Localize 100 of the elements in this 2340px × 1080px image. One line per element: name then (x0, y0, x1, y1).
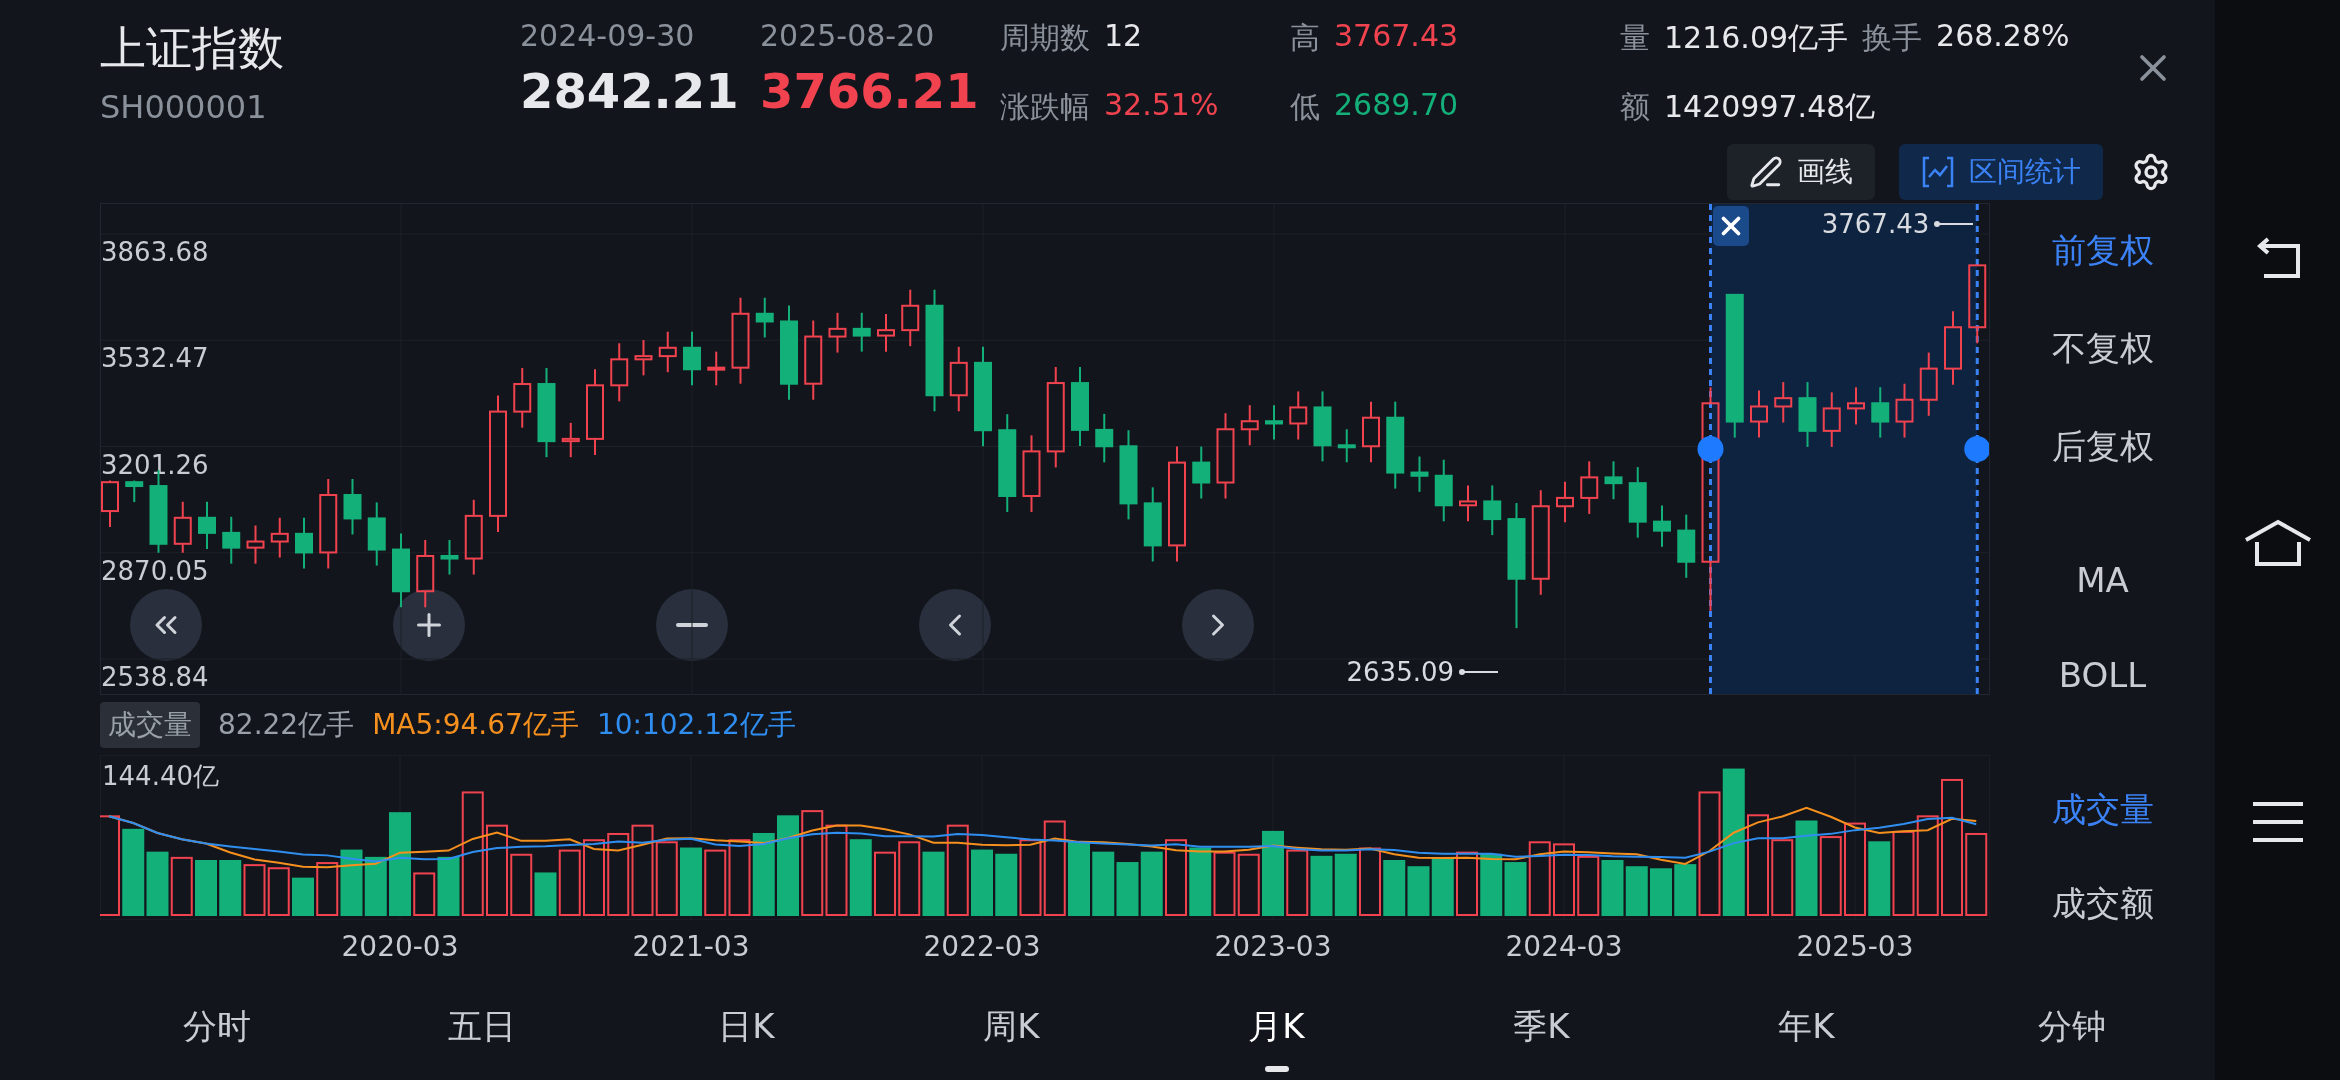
stat-label: 周期数 (1000, 19, 1090, 57)
range-end-handle[interactable] (1964, 436, 1989, 462)
volume-max-label: 144.40亿 (102, 760, 219, 793)
candle (1604, 460, 1623, 501)
price-adjust-option[interactable]: 不复权 (2051, 319, 2154, 379)
candle (1434, 458, 1453, 523)
volume-option[interactable]: 成交量 (2051, 780, 2154, 840)
x-axis-label: 2024-03 (1505, 930, 1623, 963)
period-tab[interactable]: 日K (614, 985, 879, 1080)
candle (755, 296, 774, 339)
candle (1774, 381, 1793, 424)
candle (561, 421, 580, 459)
x-axis-label: 2022-03 (923, 930, 1041, 963)
stat-label: 低 (1290, 88, 1320, 126)
stat-label: 换手 (1862, 19, 1923, 57)
candle (125, 479, 144, 504)
candle (949, 345, 968, 413)
candle (852, 311, 871, 353)
candle (610, 342, 629, 403)
candle (1337, 428, 1356, 464)
candle (440, 538, 459, 576)
candle (634, 339, 653, 377)
candle (343, 478, 362, 536)
stat-label: 高 (1290, 19, 1320, 57)
pen-icon (1749, 154, 1783, 189)
volume-option[interactable]: 成交额 (2051, 874, 2154, 934)
y-axis-label: 3532.47 (101, 343, 209, 374)
chart-bracket-icon (1921, 154, 1955, 189)
candle (1871, 386, 1890, 439)
stat-value: 2689.70 (1334, 87, 1459, 124)
y-axis-label: 3201.26 (101, 449, 209, 480)
ma10-value: 10:102.12亿手 (596, 707, 796, 743)
price-adjust-option[interactable]: 前复权 (2051, 221, 2154, 281)
candle (416, 538, 435, 609)
home-icon[interactable] (2242, 518, 2313, 568)
candle (1847, 386, 1865, 426)
candle (1822, 391, 1841, 448)
candle (1192, 445, 1211, 500)
stat-label: 涨跌幅 (1000, 88, 1090, 126)
candle (1677, 513, 1696, 579)
range-low-label: 2635.09 (1346, 657, 1455, 687)
candle (877, 313, 895, 353)
candle (658, 330, 677, 374)
candle (1750, 389, 1768, 439)
range-start-line[interactable] (1709, 204, 1712, 694)
period-tab[interactable]: 月K (1144, 985, 1409, 1080)
index-title: 上证指数 (100, 20, 285, 77)
quote-price: 2842.21 (520, 63, 740, 119)
stat-value: 1420997.48亿 (1664, 88, 1876, 126)
close-range-button[interactable] (1712, 206, 1749, 246)
candle (1289, 390, 1308, 441)
candle (1580, 460, 1599, 515)
zoom-in-button[interactable] (393, 589, 465, 661)
candle (173, 500, 192, 554)
period-tab[interactable]: 五日 (349, 985, 614, 1080)
period-tab[interactable]: 季K (1409, 985, 1674, 1080)
range-stats-button[interactable]: 区间统计 (1899, 143, 2103, 200)
candle (295, 516, 313, 570)
indicator-option[interactable]: BOLL (2058, 645, 2147, 705)
period-tab[interactable]: 分钟 (1939, 985, 2204, 1080)
candle (1919, 351, 1938, 417)
leader-line (1933, 219, 1974, 229)
candle (683, 330, 701, 387)
candle (270, 516, 289, 559)
candle (367, 501, 386, 567)
x-axis-label: 2020-03 (341, 930, 459, 963)
stat-label: 额 (1620, 88, 1650, 126)
candle (1895, 382, 1914, 439)
candle (1653, 504, 1671, 548)
period-tab[interactable]: 周K (879, 985, 1144, 1080)
period-tab[interactable]: 年K (1674, 985, 1939, 1080)
x-axis-label: 2023-03 (1214, 930, 1332, 963)
candle (1798, 381, 1817, 448)
index-code: SH000001 (100, 88, 268, 126)
stat-value: 32.51% (1104, 87, 1219, 124)
ma5-value: MA5:94.67亿手 (372, 707, 579, 743)
indicator-option[interactable]: MA (2076, 550, 2129, 610)
leader-line (1458, 667, 1499, 677)
period-tab[interactable]: 分时 (84, 985, 349, 1080)
quote-date: 2025-08-20 (760, 18, 936, 53)
quote-date: 2024-09-30 (520, 18, 696, 53)
stat-value: 3767.43 (1334, 18, 1459, 55)
candle (246, 524, 265, 565)
candle (101, 479, 119, 529)
x-axis-label: 2025-03 (1796, 930, 1914, 963)
price-adjust-option[interactable]: 后复权 (2051, 417, 2154, 477)
candle (222, 515, 241, 565)
y-axis-label: 2870.05 (101, 555, 209, 586)
x-axis-label: 2021-03 (632, 930, 750, 963)
candle (1556, 480, 1574, 524)
quote-price: 3766.21 (760, 63, 980, 119)
range-end-line[interactable] (1975, 204, 1979, 694)
candle (901, 288, 920, 348)
stat-label: 量 (1620, 19, 1650, 57)
range-start-handle[interactable] (1697, 436, 1724, 462)
candle (1265, 404, 1283, 441)
range-high-label: 3767.43 (1821, 209, 1930, 239)
candle (198, 500, 216, 550)
draw-line-button[interactable]: 画线 (1727, 143, 1875, 200)
minus-icon (676, 623, 708, 627)
